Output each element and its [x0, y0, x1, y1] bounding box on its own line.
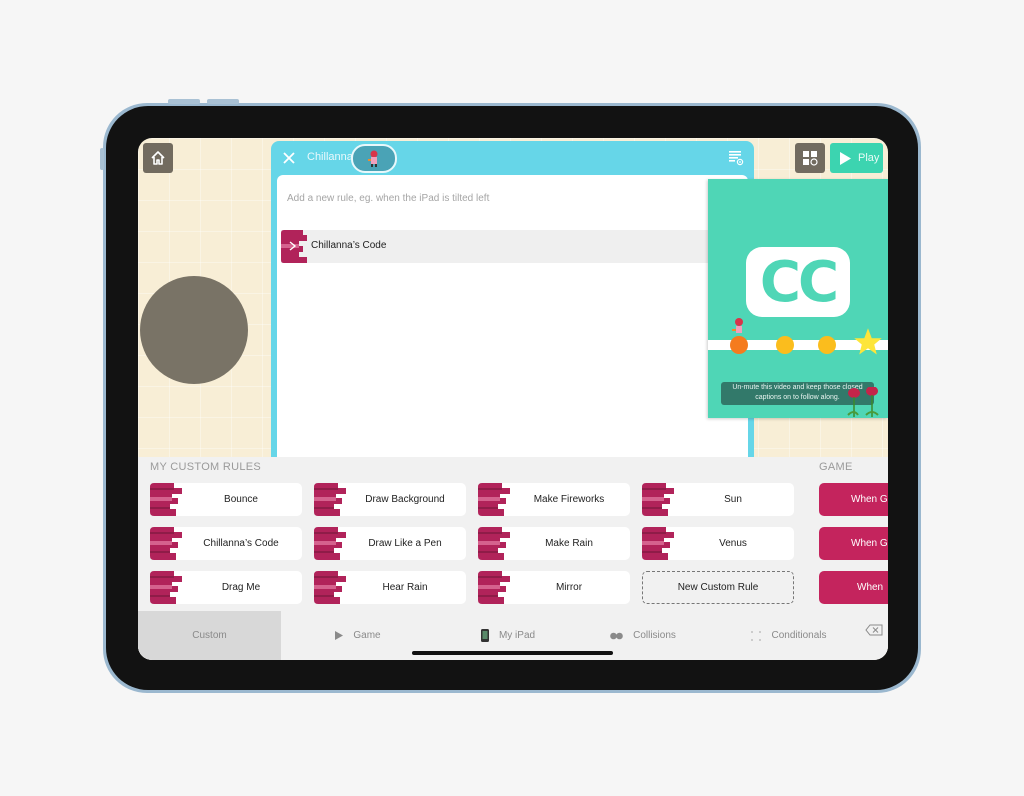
coin — [776, 336, 794, 354]
rule-label: Make Fireworks — [533, 494, 605, 505]
custom-rule-card[interactable]: Mirror — [478, 571, 630, 604]
grid-view-icon — [803, 151, 818, 166]
custom-rule-block-icon — [281, 230, 307, 263]
rule-label: Chillanna’s Code — [311, 240, 387, 251]
custom-rule-block-icon — [478, 571, 510, 604]
character-name: Chillanna — [307, 151, 353, 163]
home-button[interactable] — [143, 143, 173, 173]
custom-rule-card[interactable]: Make Rain — [478, 527, 630, 560]
section-title: GAME — [819, 461, 853, 473]
custom-rule-card[interactable]: Draw Background — [314, 483, 466, 516]
custom-rule-card[interactable]: Sun — [642, 483, 794, 516]
rule-list-view-icon[interactable] — [728, 150, 744, 166]
tab-label: Custom — [192, 630, 227, 641]
side-button — [100, 148, 104, 170]
game-rule-card[interactable]: When Game — [819, 527, 888, 560]
custom-rule-card[interactable]: Make Fireworks — [478, 483, 630, 516]
custom-rule-card[interactable]: Bounce — [150, 483, 302, 516]
custom-rule-block-icon — [478, 483, 510, 516]
custom-rule-block-icon — [150, 527, 182, 560]
rule-label: Sun — [724, 494, 742, 505]
collisions-icon — [610, 632, 623, 639]
game-rule-card[interactable]: When Game — [819, 483, 888, 516]
play-icon — [840, 151, 851, 165]
rule-label: Draw Background — [365, 494, 445, 505]
home-indicator — [412, 651, 613, 655]
custom-rule-block-icon — [314, 483, 346, 516]
custom-rule-block-icon — [642, 483, 674, 516]
custom-rule-card[interactable]: Hear Rain — [314, 571, 466, 604]
home-icon — [151, 151, 165, 165]
layout-toggle-button[interactable] — [795, 143, 825, 173]
section-title: MY CUSTOM RULES — [150, 461, 262, 473]
game-rule-card[interactable]: When — [819, 571, 888, 604]
code-editor-panel: Chillanna Add a new rule, eg. when the i… — [271, 141, 754, 461]
editor-body: Add a new rule, eg. when the iPad is til… — [277, 175, 748, 461]
custom-rule-card[interactable]: Drag Me — [150, 571, 302, 604]
custom-rule-block-icon — [314, 571, 346, 604]
plant-sprite-icon — [847, 387, 879, 417]
play-label: Play — [858, 152, 880, 164]
custom-rule-card[interactable]: Draw Like a Pen — [314, 527, 466, 560]
tutorial-video-overlay[interactable]: CC Un-mute this video and keep those clo… — [708, 179, 888, 418]
custom-rule-block-icon — [314, 527, 346, 560]
rule-label: Chillanna’s Code — [203, 538, 279, 549]
star-icon — [854, 328, 882, 355]
rule-label: Make Rain — [545, 538, 593, 549]
tab-collisions[interactable]: Collisions — [603, 611, 683, 660]
close-icon[interactable] — [281, 150, 297, 166]
character-selector[interactable] — [351, 144, 397, 173]
tab-custom[interactable]: Custom — [138, 611, 281, 660]
coin — [818, 336, 836, 354]
rule-row[interactable]: Chillanna’s Code — [281, 230, 748, 263]
play-button[interactable]: Play — [830, 143, 883, 173]
custom-rule-block-icon — [150, 571, 182, 604]
tab-label: Game — [353, 630, 381, 641]
rule-label: Drag Me — [221, 582, 261, 593]
volume-button — [168, 99, 200, 104]
custom-rule-card[interactable]: Venus — [642, 527, 794, 560]
rule-label: Bounce — [224, 494, 258, 505]
custom-rule-block-icon — [150, 483, 182, 516]
stage-circle-sprite[interactable] — [140, 276, 248, 384]
tab-game[interactable]: Game — [318, 611, 398, 660]
play-icon — [335, 631, 344, 640]
ipad-icon — [480, 629, 489, 642]
rule-label: Venus — [719, 538, 747, 549]
character-avatar-icon — [368, 150, 378, 167]
app-screen: Chillanna Add a new rule, eg. when the i… — [138, 138, 888, 660]
volume-button — [207, 99, 239, 104]
custom-rule-block-icon — [642, 527, 674, 560]
tab-label: Conditionals — [771, 630, 827, 641]
conditionals-icon — [751, 630, 762, 641]
custom-rule-card[interactable]: Chillanna’s Code — [150, 527, 302, 560]
rule-label: Mirror — [555, 582, 583, 593]
new-custom-rule-button[interactable]: New Custom Rule — [642, 571, 794, 604]
editor-header: Chillanna — [271, 141, 754, 175]
add-rule-input[interactable]: Add a new rule, eg. when the iPad is til… — [287, 193, 489, 204]
rule-label: Draw Like a Pen — [368, 538, 442, 549]
custom-rule-block-icon — [478, 527, 510, 560]
bounce-ball — [730, 336, 748, 354]
tab-label: My iPad — [498, 630, 536, 641]
tab-label: Collisions — [633, 630, 676, 641]
rule-label: Hear Rain — [382, 582, 428, 593]
delete-backward-icon[interactable] — [865, 624, 883, 636]
tab-conditionals[interactable]: Conditionals — [744, 611, 834, 660]
closed-captions-icon: CC — [746, 247, 850, 317]
